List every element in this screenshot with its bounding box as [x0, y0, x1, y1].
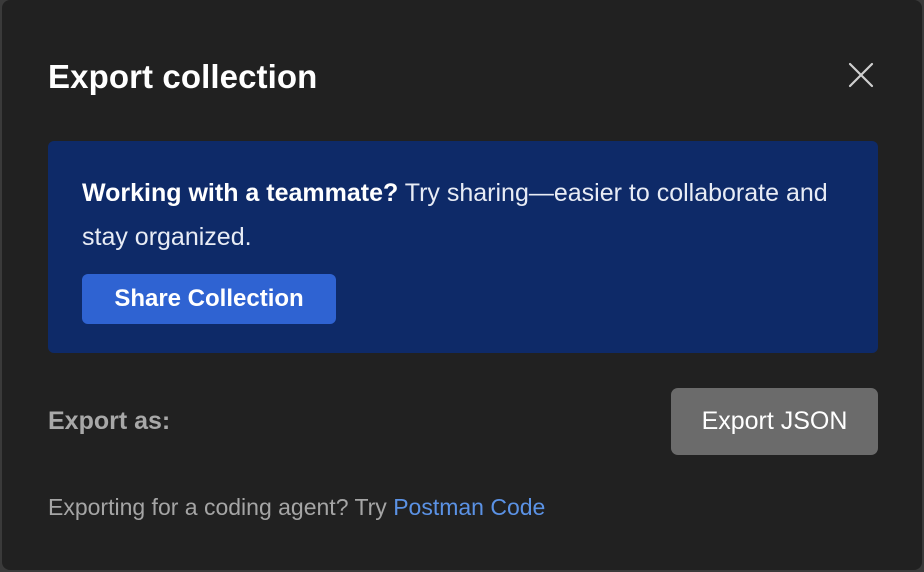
- dialog-title: Export collection: [48, 58, 318, 95]
- share-banner: Working with a teammate? Try sharing—eas…: [48, 141, 878, 353]
- close-button[interactable]: [844, 58, 878, 92]
- export-json-button[interactable]: Export JSON: [671, 388, 878, 455]
- export-as-label: Export as:: [48, 407, 171, 435]
- footer-prefix: Exporting for a coding agent? Try: [48, 494, 394, 520]
- postman-code-link[interactable]: Postman Code: [393, 494, 545, 520]
- export-collection-dialog: Export collection Working with a teammat…: [2, 0, 922, 570]
- banner-heading: Working with a teammate?: [82, 179, 399, 207]
- footer-text: Exporting for a coding agent? Try Postma…: [48, 494, 545, 521]
- close-icon: [848, 62, 874, 88]
- share-collection-button[interactable]: Share Collection: [82, 274, 336, 324]
- banner-text: Working with a teammate? Try sharing—eas…: [82, 171, 852, 259]
